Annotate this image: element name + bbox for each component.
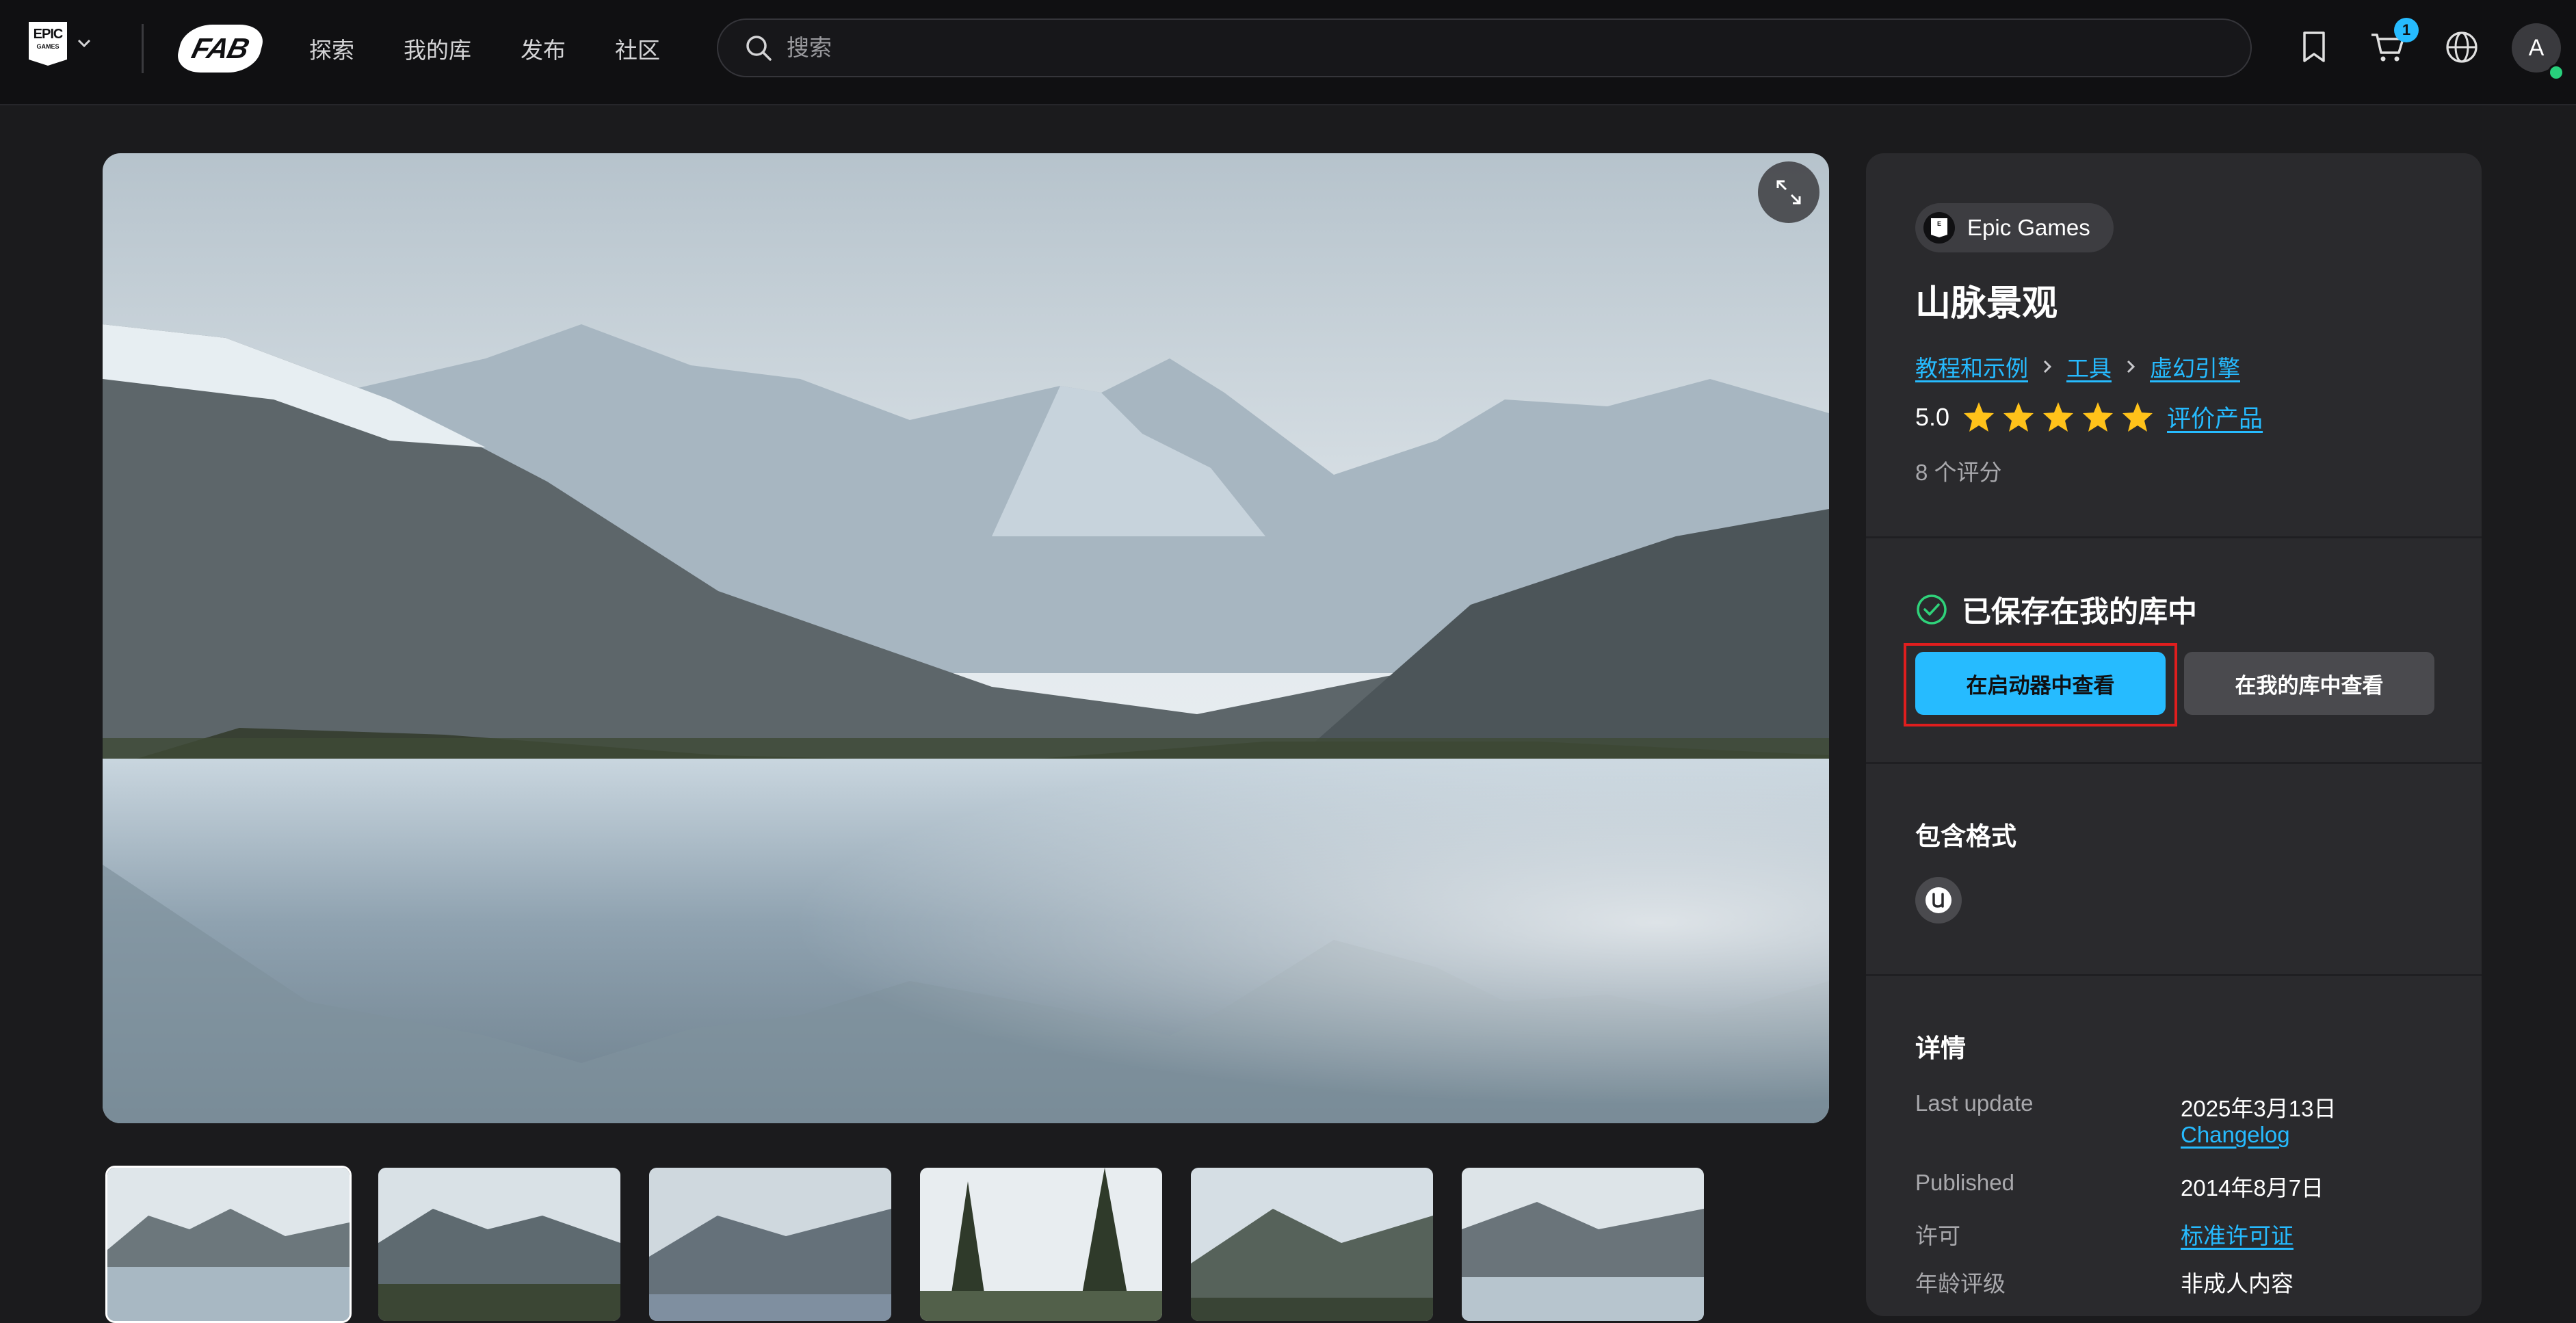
thumbnail-1[interactable]: [105, 1166, 352, 1323]
breadcrumb-tools[interactable]: 工具: [2066, 350, 2112, 383]
fullscreen-button[interactable]: [1758, 161, 1819, 223]
changelog-link[interactable]: Changelog: [2181, 1122, 2290, 1148]
license-label: 许可: [1915, 1223, 1960, 1248]
epic-logo-text: EPIC: [33, 27, 64, 42]
star-icon: [1964, 402, 1995, 432]
search-input[interactable]: [785, 27, 2250, 69]
panel-divider: [1866, 974, 2482, 976]
license-link[interactable]: 标准许可证: [2181, 1218, 2294, 1250]
panel-divider: [1866, 762, 2482, 764]
star-icon: [2122, 402, 2153, 432]
cart-count-badge: 1: [2394, 18, 2419, 42]
thumbnail-5[interactable]: [1189, 1166, 1435, 1323]
published-value: 2014年8月7日: [2181, 1175, 2324, 1201]
saved-status: 已保存在我的库中: [1915, 588, 2197, 631]
saved-text: 已保存在我的库中: [1962, 596, 2197, 629]
rating-row: 5.0 评价产品: [1915, 399, 2263, 434]
thumbnail-2[interactable]: [376, 1166, 622, 1323]
product-info-panel: [1866, 153, 2482, 1316]
last-update-value: 2025年3月13日: [2181, 1096, 2337, 1121]
online-status-dot: [2548, 64, 2564, 81]
last-update-label: Last update: [1915, 1090, 2034, 1116]
thumbnail-gallery: [105, 1166, 1706, 1323]
epic-logo-subtext: GAMES: [36, 43, 60, 50]
nav-link-publish[interactable]: 发布: [521, 32, 566, 65]
breadcrumb-tutorials[interactable]: 教程和示例: [1915, 350, 2028, 383]
thumbnail-4[interactable]: [918, 1166, 1164, 1323]
formats-section-title: 包含格式: [1915, 822, 2016, 850]
nav-link-community[interactable]: 社区: [615, 32, 660, 65]
unreal-engine-icon: [1915, 877, 1962, 924]
star-icon: [2003, 402, 2034, 432]
details-section-title: 详情: [1915, 1034, 1966, 1062]
publisher-chip[interactable]: E Epic Games: [1915, 203, 2114, 252]
age-rating-label: 年龄评级: [1915, 1271, 2006, 1296]
epic-games-logo[interactable]: EPIC GAMES: [29, 22, 67, 66]
nav-link-my-library[interactable]: 我的库: [404, 32, 471, 65]
thumbnail-3[interactable]: [647, 1166, 893, 1323]
search-bar[interactable]: [717, 18, 2252, 77]
star-icon: [2083, 402, 2114, 432]
rating-value: 5.0: [1915, 402, 1950, 431]
bookmark-icon[interactable]: [2294, 27, 2334, 67]
chevron-right-icon: [2127, 360, 2135, 374]
panel-divider: [1866, 536, 2482, 538]
publisher-name: Epic Games: [1967, 215, 2090, 240]
published-label: Published: [1915, 1170, 2014, 1195]
main-nav: 探索 我的库 发布 社区: [309, 0, 660, 97]
view-in-library-button[interactable]: 在我的库中查看: [2184, 652, 2434, 715]
hero-image[interactable]: [103, 153, 1829, 1123]
nav-divider: [142, 24, 144, 73]
chevron-right-icon: [2043, 360, 2052, 374]
epic-games-logo-icon: E: [1923, 212, 1955, 244]
nav-link-explore[interactable]: 探索: [309, 32, 354, 65]
chevron-down-icon[interactable]: [77, 37, 92, 49]
breadcrumb-unreal-engine[interactable]: 虚幻引擎: [2150, 350, 2240, 383]
expand-icon: [1776, 180, 1801, 205]
rating-count: 8 个评分: [1915, 460, 2002, 485]
product-title: 山脉景观: [1915, 284, 2058, 324]
view-in-launcher-button[interactable]: 在启动器中查看: [1915, 652, 2166, 715]
breadcrumb: 教程和示例 工具 虚幻引擎: [1915, 350, 2240, 383]
globe-icon[interactable]: [2442, 27, 2482, 67]
star-icon: [2043, 402, 2074, 432]
fab-logo-text: FAB: [188, 32, 252, 64]
rate-product-link[interactable]: 评价产品: [2167, 399, 2263, 434]
thumbnail-6[interactable]: [1460, 1166, 1706, 1323]
search-icon: [746, 36, 772, 61]
age-rating-value: 非成人内容: [2181, 1271, 2294, 1296]
check-circle-icon: [1917, 594, 1947, 625]
